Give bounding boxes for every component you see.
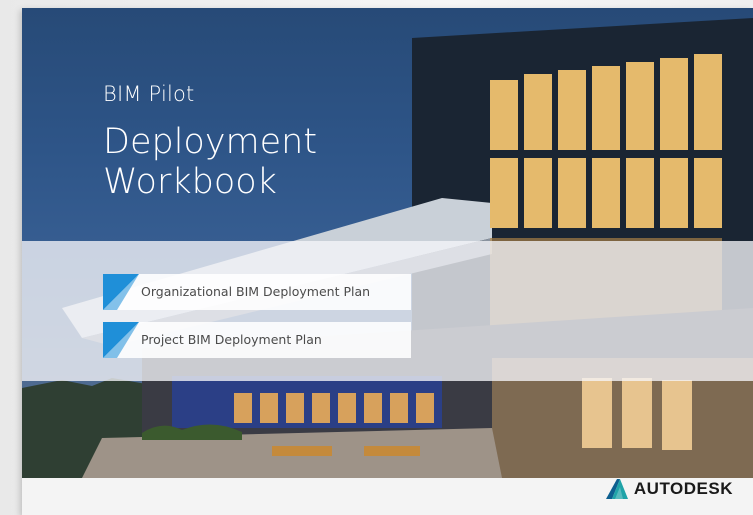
- autodesk-logo-icon: [605, 479, 628, 499]
- corner-triangle-icon: [103, 322, 139, 358]
- cover-title: Deployment Workbook: [103, 122, 423, 202]
- corner-triangle-icon: [103, 274, 139, 310]
- project-plan-link[interactable]: Project BIM Deployment Plan: [103, 322, 411, 358]
- autodesk-wordmark: AUTODESK: [633, 479, 733, 498]
- highlight-band: [22, 241, 753, 381]
- workbook-cover: BIM Pilot Deployment Workbook Organizati…: [22, 8, 753, 515]
- cover-title-line-1: Deployment: [103, 122, 318, 162]
- autodesk-brand: AUTODESK: [605, 478, 733, 500]
- organizational-plan-link[interactable]: Organizational BIM Deployment Plan: [103, 274, 411, 310]
- organizational-plan-label: Organizational BIM Deployment Plan: [141, 284, 371, 299]
- cover-subtitle: BIM Pilot: [103, 82, 195, 106]
- project-plan-label: Project BIM Deployment Plan: [141, 332, 322, 347]
- cover-title-line-2: Workbook: [103, 162, 277, 202]
